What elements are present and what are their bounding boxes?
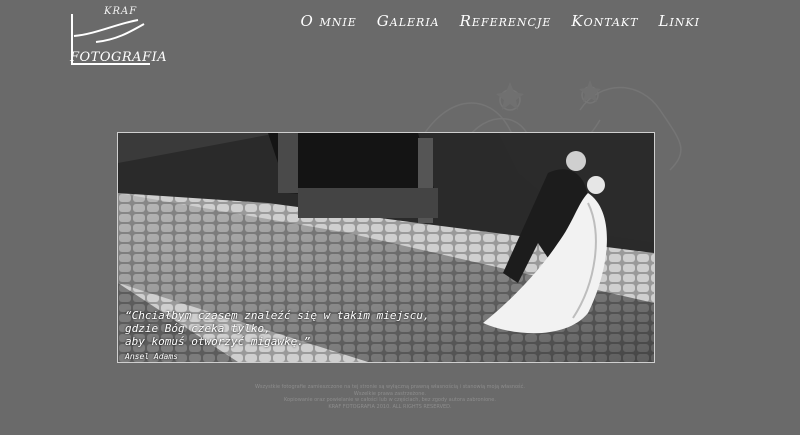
main-nav: O mnie Galeria Referencje Kontakt Linki [300,12,700,30]
logo-mark: KRAF [104,6,138,17]
nav-item-about[interactable]: O mnie [300,12,356,30]
quote-line: “Chciałbym czasem znaleźć się w takim mi… [125,309,430,322]
nav-item-contact[interactable]: Kontakt [571,12,638,30]
site-logo[interactable]: KRAF FOTOGRAFIA [66,6,167,72]
nav-item-references[interactable]: Referencje [460,12,552,30]
quote-author: Ansel Adams [125,352,178,361]
hero-quote: “Chciałbym czasem znaleźć się w takim mi… [125,309,430,362]
hero-photo: “Chciałbym czasem znaleźć się w takim mi… [117,132,655,363]
nav-item-gallery[interactable]: Galeria [377,12,440,30]
footer: Wszystkie fotografie zamieszczone na tej… [0,384,780,410]
nav-item-links[interactable]: Linki [659,12,701,30]
quote-line: aby komuś otworzyć migawkę.” [125,335,311,348]
footer-line: KRAF FOTOGRAFIA 2010. ALL RIGHTS RESERVE… [328,403,452,410]
logo-wordmark: FOTOGRAFIA [70,50,168,65]
quote-line: gdzie Bóg czeka tylko, [125,322,271,335]
